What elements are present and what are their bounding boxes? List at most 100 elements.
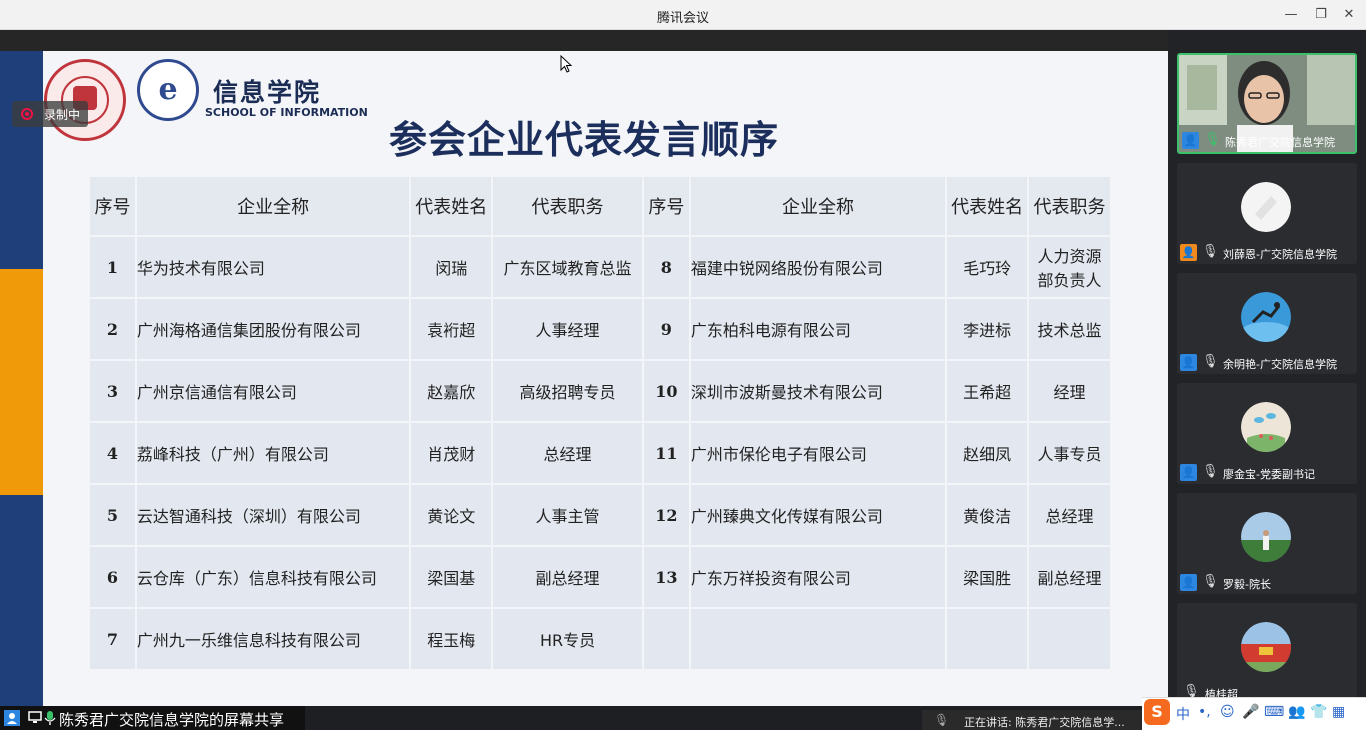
- participant-name: 廖金宝-党委副书记: [1223, 468, 1315, 481]
- order-number: [643, 609, 689, 669]
- representative-title: 高级招聘专员: [493, 361, 642, 421]
- participant-tile[interactable]: 👤 🎙 余明艳-广交院信息学院: [1177, 273, 1357, 374]
- microphone-icon: 🎙: [934, 713, 950, 727]
- order-number: 10: [643, 361, 689, 421]
- company-name: 云达智通科技（深圳）有限公司: [136, 485, 410, 545]
- participant-tile[interactable]: 👤 🎙 罗毅-院长: [1177, 493, 1357, 594]
- company-name: 云仓库（广东）信息科技有限公司: [136, 547, 410, 607]
- speaker-order-table: 序号 企业全称 代表姓名 代表职务 序号 企业全称 代表姓名 代表职务 1 华为…: [88, 175, 1112, 671]
- representative-name: 毛巧玲: [947, 237, 1028, 297]
- company-name: 广州市保伦电子有限公司: [690, 423, 946, 483]
- table-row: 7 广州九一乐维信息科技有限公司 程玉梅 HR专员: [90, 609, 1110, 669]
- screen-share-label: 陈秀君广交院信息学院的屏幕共享: [59, 711, 285, 729]
- representative-title: HR专员: [493, 609, 642, 669]
- table-row: 4 荔峰科技（广州）有限公司 肖茂财 总经理 11 广州市保伦电子有限公司 赵细…: [90, 423, 1110, 483]
- keyboard-icon[interactable]: ⌨: [1264, 704, 1284, 720]
- recording-indicator[interactable]: 录制中: [12, 101, 88, 127]
- microphone-muted-icon: 🎙: [1202, 574, 1219, 589]
- avatar: [1241, 512, 1291, 562]
- company-name: 广州九一乐维信息科技有限公司: [136, 609, 410, 669]
- participant-tile-active[interactable]: 👤 🎙 陈秀君广交院信息学院: [1177, 53, 1357, 154]
- shared-screen-area: e 信息学院 SCHOOL OF INFORMATION 参会企业代表发言顺序 …: [0, 30, 1168, 706]
- company-name: 深圳市波斯曼技术有限公司: [690, 361, 946, 421]
- window-title: 腾讯会议: [656, 11, 709, 26]
- table-row: 2 广州海格通信集团股份有限公司 袁裄超 人事经理 9 广东柏科电源有限公司 李…: [90, 299, 1110, 359]
- skin-icon[interactable]: 👕: [1310, 704, 1327, 720]
- header-cell: 代表姓名: [947, 177, 1028, 235]
- sogou-ime-logo-icon[interactable]: S: [1144, 699, 1170, 725]
- user-avatar-icon[interactable]: 👥: [1288, 704, 1305, 720]
- company-name: 华为技术有限公司: [136, 237, 410, 297]
- order-number: 11: [643, 423, 689, 483]
- participant-video-panel: 👤 🎙 陈秀君广交院信息学院 👤 🎙 刘薛恩-广交院信息学院 👤 🎙 余明艳-广…: [1168, 30, 1366, 730]
- microphone-muted-icon: 🎙: [1202, 464, 1219, 479]
- emoji-icon[interactable]: ☺: [1220, 704, 1235, 720]
- user-icon: 👤: [1182, 132, 1199, 149]
- user-icon: [4, 710, 20, 726]
- participant-name-row: 👤 🎙 陈秀君广交院信息学院: [1179, 130, 1355, 152]
- representative-name: 梁国基: [411, 547, 492, 607]
- screen-share-bar[interactable]: 陈秀君广交院信息学院的屏幕共享: [0, 706, 305, 730]
- microphone-muted-icon: 🎙: [1202, 244, 1219, 259]
- minimize-button[interactable]: —: [1280, 5, 1302, 25]
- participant-tile[interactable]: 👤 🎙 廖金宝-党委副书记: [1177, 383, 1357, 484]
- representative-title: 人力资源 部负责人: [1029, 237, 1110, 297]
- participant-name: 刘薛恩-广交院信息学院: [1223, 248, 1337, 261]
- representative-title: 经理: [1029, 361, 1110, 421]
- order-number: 8: [643, 237, 689, 297]
- representative-name: [947, 609, 1028, 669]
- order-number: 6: [90, 547, 135, 607]
- recording-label: 录制中: [44, 108, 81, 122]
- participant-tile[interactable]: 👤 🎙 刘薛恩-广交院信息学院: [1177, 163, 1357, 264]
- order-number: 9: [643, 299, 689, 359]
- header-cell: 序号: [643, 177, 689, 235]
- header-cell: 企业全称: [690, 177, 946, 235]
- header-cell: 序号: [90, 177, 135, 235]
- order-number: 13: [643, 547, 689, 607]
- order-number: 12: [643, 485, 689, 545]
- representative-name: 李进标: [947, 299, 1028, 359]
- representative-title: 副总经理: [493, 547, 642, 607]
- window-titlebar: 腾讯会议 — ❐ ✕: [0, 0, 1366, 30]
- participant-name-row: 👤 🎙 余明艳-广交院信息学院: [1177, 352, 1357, 374]
- company-name: 荔峰科技（广州）有限公司: [136, 423, 410, 483]
- close-button[interactable]: ✕: [1338, 5, 1360, 25]
- company-name: 福建中锐网络股份有限公司: [690, 237, 946, 297]
- speaking-label: 正在讲话: 陈秀君广交院信息学...: [964, 716, 1125, 729]
- ime-mode-chinese[interactable]: 中: [1176, 704, 1190, 724]
- representative-title: [1029, 609, 1110, 669]
- representative-name: 赵细凤: [947, 423, 1028, 483]
- representative-title: 总经理: [493, 423, 642, 483]
- representative-title: 人事经理: [493, 299, 642, 359]
- microphone-on-icon: [42, 710, 58, 726]
- slide-title: 参会企业代表发言顺序: [388, 117, 779, 162]
- input-method-toolbar[interactable]: S 中 •, ☺ 🎤 ⌨ 👥 👕 ▦: [1142, 697, 1366, 730]
- voice-input-icon[interactable]: 🎤: [1242, 704, 1259, 720]
- ime-punctuation-toggle[interactable]: •,: [1198, 704, 1211, 720]
- participant-name-row: 👤 🎙 刘薛恩-广交院信息学院: [1177, 242, 1357, 264]
- school-name-cn: 信息学院: [213, 78, 322, 107]
- representative-name: 黄俊洁: [947, 485, 1028, 545]
- avatar: [1241, 292, 1291, 342]
- slide-stripe-blue-bottom: [0, 495, 43, 706]
- table-row: 3 广州京信通信有限公司 赵嘉欣 高级招聘专员 10 深圳市波斯曼技术有限公司 …: [90, 361, 1110, 421]
- table-row: 5 云达智通科技（深圳）有限公司 黄论文 人事主管 12 广州臻典文化传媒有限公…: [90, 485, 1110, 545]
- order-number: 2: [90, 299, 135, 359]
- user-icon: 👤: [1180, 464, 1197, 481]
- representative-title: 人事主管: [493, 485, 642, 545]
- participant-name: 罗毅-院长: [1223, 578, 1271, 591]
- toolbox-grid-icon[interactable]: ▦: [1332, 704, 1345, 720]
- participant-tile[interactable]: 🎙 植桂超: [1177, 603, 1357, 704]
- user-icon: 👤: [1180, 354, 1197, 371]
- representative-name: 肖茂财: [411, 423, 492, 483]
- header-cell: 代表职务: [1029, 177, 1110, 235]
- mouse-cursor-icon: [560, 55, 572, 73]
- avatar: [1241, 622, 1291, 672]
- company-name: 广州臻典文化传媒有限公司: [690, 485, 946, 545]
- representative-name: 王希超: [947, 361, 1028, 421]
- restore-button[interactable]: ❐: [1310, 5, 1332, 25]
- record-icon: [21, 108, 33, 120]
- representative-name: 黄论文: [411, 485, 492, 545]
- order-number: 5: [90, 485, 135, 545]
- participant-name: 余明艳-广交院信息学院: [1223, 358, 1337, 371]
